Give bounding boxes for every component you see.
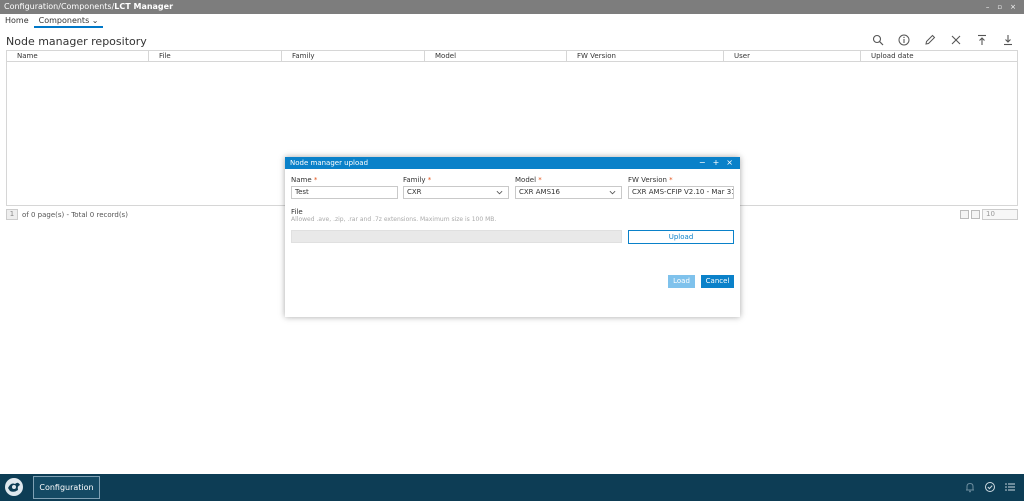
column-model[interactable]: Model (425, 51, 567, 61)
edit-icon[interactable] (924, 34, 936, 46)
fw-version-input[interactable]: CXR AMS-CFIP V2.10 - Mar 31 20#0 (628, 186, 734, 199)
dialog-controls: − + × (699, 157, 733, 169)
window-controls: – ▫ × (986, 0, 1016, 14)
chevron-down-icon (609, 190, 616, 195)
column-file[interactable]: File (149, 51, 282, 61)
pager-controls: 10 (960, 209, 1018, 220)
family-field: Family * CXR (403, 176, 509, 199)
page-size-select[interactable]: 10 (982, 209, 1018, 220)
name-input[interactable]: Test (291, 186, 398, 199)
column-family[interactable]: Family (282, 51, 425, 61)
column-upload-date[interactable]: Upload date (861, 51, 1017, 61)
menu-home[interactable]: Home (0, 14, 34, 28)
model-label: Model * (515, 176, 542, 184)
breadcrumb-path: Configuration/Components/ (4, 2, 115, 11)
file-field: File Allowed .ave, .zip, .rar and .7z ex… (291, 208, 731, 223)
table-header: Name File Family Model FW Version User U… (7, 51, 1017, 62)
close-icon[interactable] (950, 34, 962, 46)
page-number-input[interactable]: 1 (6, 209, 18, 220)
family-select[interactable]: CXR (403, 186, 509, 199)
file-hint: Allowed .ave, .zip, .rar and .7z extensi… (291, 216, 497, 223)
pager-text: of 0 page(s) - Total 0 record(s) (22, 210, 128, 219)
dialog-minimize-button[interactable]: − (699, 157, 706, 169)
minimize-button[interactable]: – (986, 0, 990, 14)
upload-dialog: Node manager upload − + × Name * Test Fa… (285, 157, 740, 317)
column-user[interactable]: User (724, 51, 861, 61)
dialog-title: Node manager upload (290, 159, 369, 167)
taskbar: Configuration (0, 474, 1024, 501)
breadcrumb: Configuration/Components/LCT Manager (4, 2, 173, 11)
upload-button[interactable]: Upload (628, 230, 734, 244)
family-label: Family * (403, 176, 432, 184)
page-title: Node manager repository (6, 35, 147, 48)
list-icon[interactable] (1004, 481, 1016, 493)
close-window-button[interactable]: × (1010, 0, 1016, 14)
system-tray (964, 481, 1016, 493)
model-field: Model * CXR AMS16 (515, 176, 622, 199)
cancel-button[interactable]: Cancel (701, 275, 734, 288)
menu-bar: Home Components ⌄ (0, 14, 1024, 28)
load-button[interactable]: Load (668, 275, 695, 288)
check-circle-icon[interactable] (984, 481, 996, 493)
info-icon[interactable] (898, 34, 910, 46)
toolbar (872, 34, 1014, 46)
dialog-close-button[interactable]: × (726, 157, 733, 169)
refresh-icon[interactable] (971, 210, 980, 219)
fw-version-field: FW Version * CXR AMS-CFIP V2.10 - Mar 31… (628, 176, 734, 199)
file-label: File (291, 208, 303, 216)
bell-icon[interactable] (964, 481, 976, 493)
download-icon[interactable] (1002, 34, 1014, 46)
app-logo-icon[interactable] (4, 477, 24, 497)
window-titlebar: Configuration/Components/LCT Manager – ▫… (0, 0, 1024, 14)
menu-components[interactable]: Components ⌄ (33, 14, 104, 28)
configuration-button[interactable]: Configuration (33, 476, 100, 499)
name-label: Name * (291, 176, 318, 184)
column-name[interactable]: Name (7, 51, 149, 61)
dialog-titlebar: Node manager upload − + × (285, 157, 740, 169)
dialog-maximize-button[interactable]: + (713, 157, 720, 169)
breadcrumb-current: LCT Manager (114, 2, 174, 11)
file-path-display (291, 230, 622, 243)
chevron-down-icon (496, 190, 503, 195)
model-select[interactable]: CXR AMS16 (515, 186, 622, 199)
column-fw-version[interactable]: FW Version (567, 51, 724, 61)
search-icon[interactable] (872, 34, 884, 46)
export-icon[interactable] (960, 210, 969, 219)
upload-icon[interactable] (976, 34, 988, 46)
fw-version-label: FW Version * (628, 176, 673, 184)
maximize-button[interactable]: ▫ (997, 0, 1002, 14)
name-field: Name * Test (291, 176, 398, 199)
